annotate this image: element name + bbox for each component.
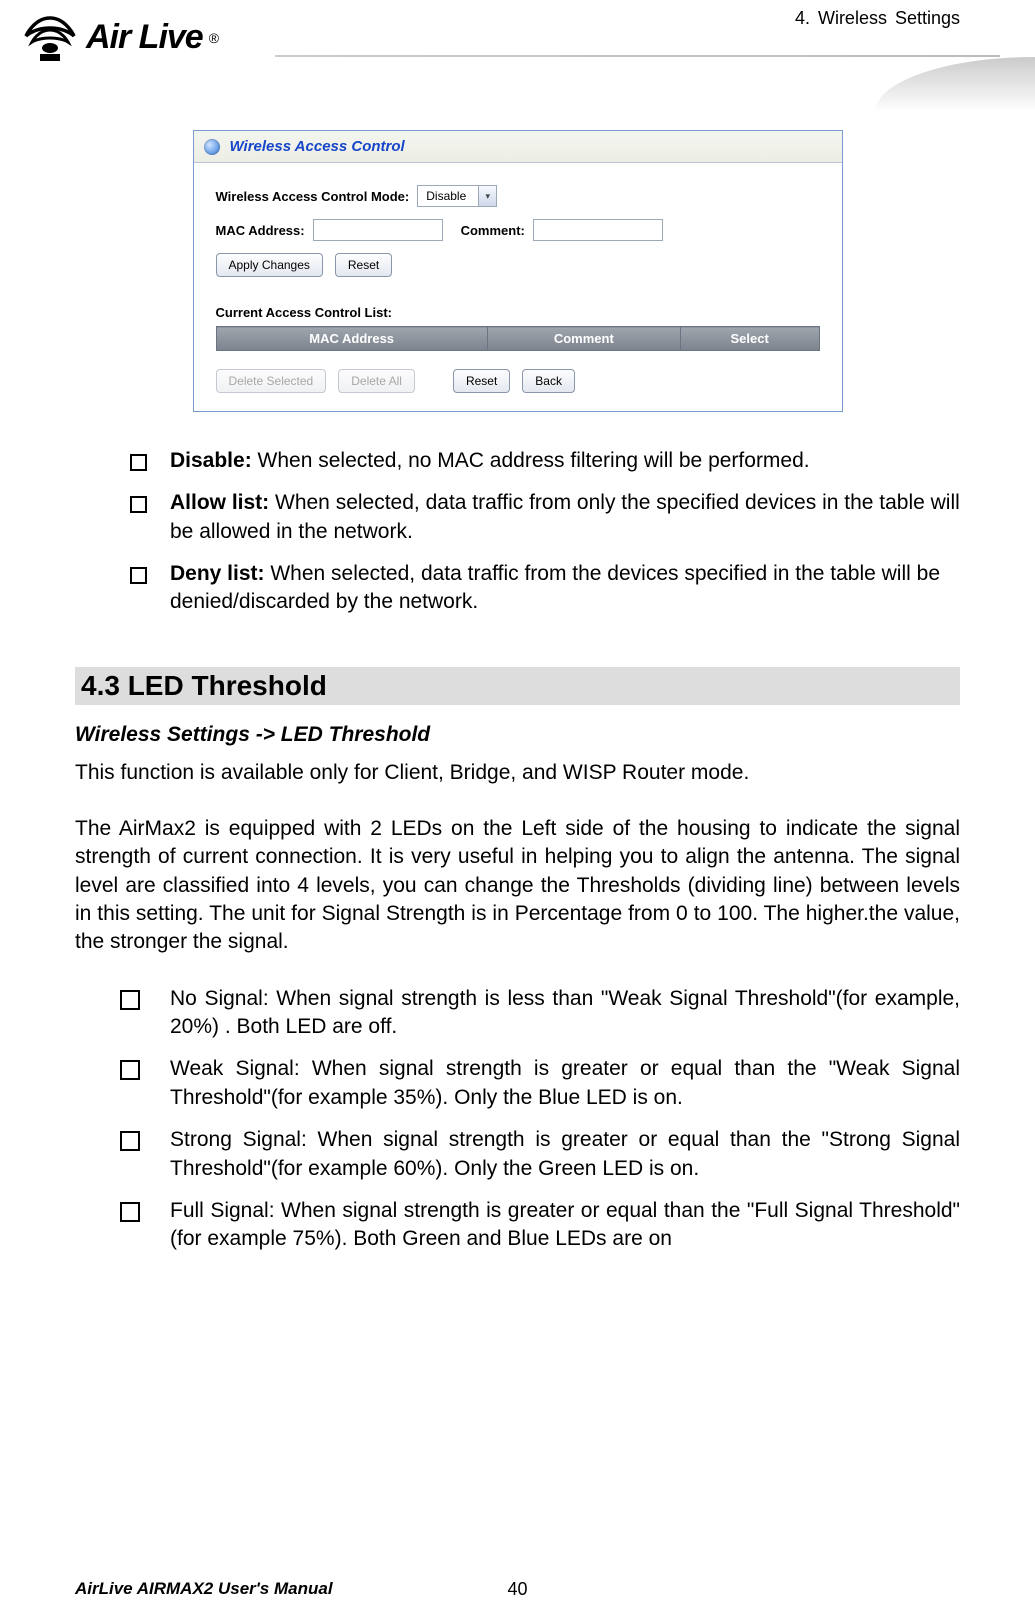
section-breadcrumb: Wireless Settings -> LED Threshold: [75, 723, 960, 747]
option-label: Disable:: [170, 449, 252, 472]
page-number: 40: [507, 1579, 527, 1600]
page-footer: AirLive AIRMAX2 User's Manual 40: [75, 1579, 960, 1599]
chevron-down-icon: ▾: [478, 186, 496, 206]
signal-label: Weak Signal: [170, 1057, 294, 1080]
registered-icon: ®: [209, 30, 219, 46]
list-item: Strong Signal: When signal strength is g…: [120, 1126, 960, 1183]
manual-title: AirLive AIRMAX2 User's Manual: [75, 1579, 333, 1599]
th-mac: MAC Address: [216, 327, 487, 351]
signal-label: Full Signal: [170, 1199, 269, 1222]
option-label: Allow list:: [170, 491, 269, 514]
access-control-table: MAC Address Comment Select: [216, 326, 820, 351]
mode-select-value: Disable: [418, 189, 478, 203]
list-item: Allow list: When selected, data traffic …: [130, 489, 960, 546]
option-text: When selected, no MAC address filtering …: [252, 449, 810, 472]
apply-changes-button[interactable]: Apply Changes: [216, 253, 323, 277]
th-comment: Comment: [487, 327, 680, 351]
reset-button[interactable]: Reset: [335, 253, 392, 277]
comment-input[interactable]: [533, 219, 663, 241]
logo-icon: [20, 8, 80, 68]
list-item: No Signal: When signal strength is less …: [120, 985, 960, 1042]
reset-button-2[interactable]: Reset: [453, 369, 510, 393]
th-select: Select: [680, 327, 819, 351]
wireless-access-control-panel: Wireless Access Control Wireless Access …: [193, 130, 843, 412]
delete-all-button: Delete All: [338, 369, 415, 393]
signal-text: : When signal strength is less than "Wea…: [170, 987, 960, 1038]
mode-options-list: Disable: When selected, no MAC address f…: [130, 447, 960, 617]
list-item: Deny list: When selected, data traffic f…: [130, 560, 960, 617]
mode-label: Wireless Access Control Mode:: [216, 189, 410, 204]
list-item: Full Signal: When signal strength is gre…: [120, 1197, 960, 1254]
section-note: This function is available only for Clie…: [75, 759, 960, 787]
signal-label: No Signal: [170, 987, 263, 1010]
control-list-heading: Current Access Control List:: [216, 305, 820, 320]
mac-input[interactable]: [313, 219, 443, 241]
panel-title: Wireless Access Control: [230, 138, 405, 155]
page-header: Air Live ® 4. Wireless Settings: [75, 0, 960, 100]
signal-label: Strong Signal: [170, 1128, 301, 1151]
back-button[interactable]: Back: [522, 369, 575, 393]
section-description: The AirMax2 is equipped with 2 LEDs on t…: [75, 815, 960, 957]
list-item: Disable: When selected, no MAC address f…: [130, 447, 960, 475]
header-divider: [275, 55, 1000, 57]
option-text: When selected, data traffic from only th…: [170, 491, 960, 542]
panel-titlebar: Wireless Access Control: [194, 131, 842, 163]
section-title: 4.3 LED Threshold: [75, 667, 960, 705]
signal-levels-list: No Signal: When signal strength is less …: [120, 985, 960, 1254]
header-shadow: [875, 57, 1035, 112]
logo-text: Air Live: [86, 18, 203, 57]
signal-text: : When signal strength is greater or equ…: [170, 1199, 960, 1250]
header-breadcrumb: 4. Wireless Settings: [795, 8, 960, 29]
list-item: Weak Signal: When signal strength is gre…: [120, 1055, 960, 1112]
mac-label: MAC Address:: [216, 223, 305, 238]
brand-logo: Air Live ®: [20, 0, 300, 80]
delete-selected-button: Delete Selected: [216, 369, 327, 393]
mode-select[interactable]: Disable ▾: [417, 185, 497, 207]
option-label: Deny list:: [170, 562, 265, 585]
option-text: When selected, data traffic from the dev…: [170, 562, 940, 613]
comment-label: Comment:: [461, 223, 525, 238]
panel-bullet-icon: [204, 139, 220, 155]
